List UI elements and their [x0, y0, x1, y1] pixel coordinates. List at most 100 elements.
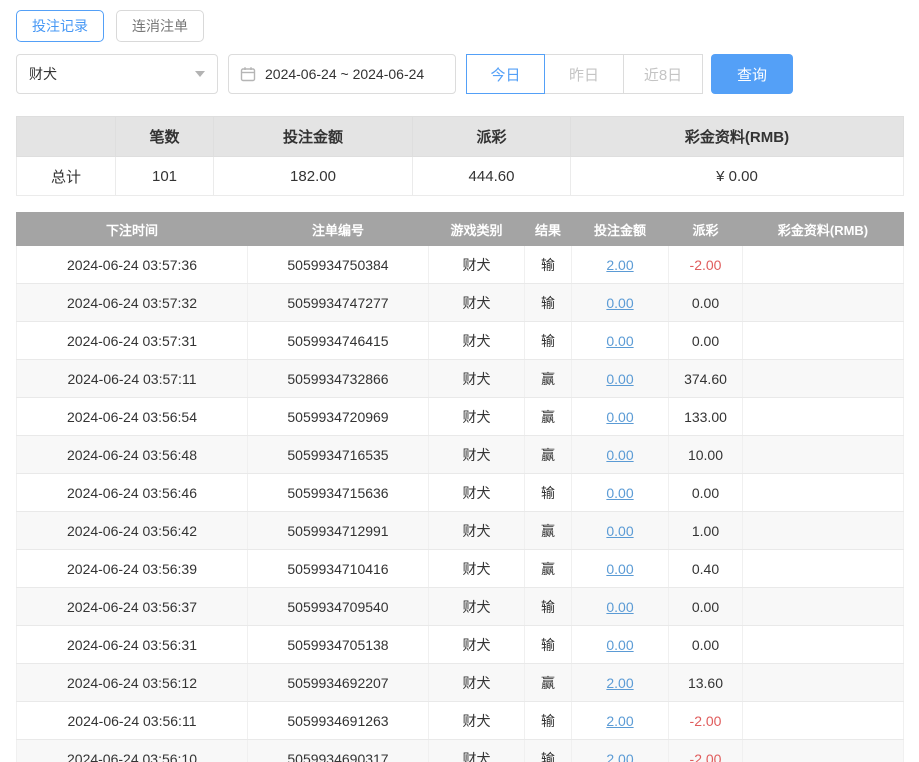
game-type-cell: 财犬 — [429, 550, 525, 588]
bet-amount-cell: 0.00 — [572, 474, 669, 512]
payout-cell: 0.00 — [669, 284, 743, 322]
bet-amount-link[interactable]: 0.00 — [606, 523, 633, 539]
table-row: 2024-06-24 03:56:425059934712991财犬赢0.001… — [17, 512, 904, 550]
yesterday-button[interactable]: 昨日 — [545, 54, 624, 94]
result-cell: 赢 — [525, 360, 572, 398]
bet-amount-link[interactable]: 2.00 — [606, 257, 633, 273]
bet-id-cell: 5059934690317 — [248, 740, 429, 762]
bet-amount-link[interactable]: 0.00 — [606, 599, 633, 615]
header-payout: 派彩 — [669, 213, 743, 246]
bet-amount-link[interactable]: 0.00 — [606, 333, 633, 349]
table-row: 2024-06-24 03:56:485059934716535财犬赢0.001… — [17, 436, 904, 474]
summary-total-bonus: ¥ 0.00 — [571, 157, 904, 196]
bet-amount-link[interactable]: 2.00 — [606, 675, 633, 691]
bonus-cell — [743, 436, 904, 474]
bet-amount-link[interactable]: 0.00 — [606, 637, 633, 653]
bet-amount-link[interactable]: 2.00 — [606, 751, 633, 762]
bet-time-cell: 2024-06-24 03:56:48 — [17, 436, 248, 474]
bet-time-cell: 2024-06-24 03:56:31 — [17, 626, 248, 664]
game-type-cell: 财犬 — [429, 512, 525, 550]
table-row: 2024-06-24 03:56:315059934705138财犬输0.000… — [17, 626, 904, 664]
result-cell: 输 — [525, 322, 572, 360]
bet-id-cell: 5059934732866 — [248, 360, 429, 398]
table-row: 2024-06-24 03:57:365059934750384财犬输2.00-… — [17, 246, 904, 284]
game-type-cell: 财犬 — [429, 588, 525, 626]
bonus-cell — [743, 398, 904, 436]
payout-cell: -2.00 — [669, 740, 743, 762]
summary-header-payout: 派彩 — [413, 117, 571, 157]
bet-amount-cell: 0.00 — [572, 550, 669, 588]
game-type-cell: 财犬 — [429, 246, 525, 284]
header-game-type: 游戏类别 — [429, 213, 525, 246]
bonus-cell — [743, 550, 904, 588]
bet-amount-cell: 2.00 — [572, 246, 669, 284]
bet-amount-link[interactable]: 0.00 — [606, 447, 633, 463]
bet-amount-cell: 2.00 — [572, 740, 669, 762]
bet-table: 下注时间 注单编号 游戏类别 结果 投注金额 派彩 彩金资料(RMB) 2024… — [16, 212, 904, 762]
bet-id-cell: 5059934710416 — [248, 550, 429, 588]
bet-id-cell: 5059934712991 — [248, 512, 429, 550]
payout-cell: -2.00 — [669, 246, 743, 284]
game-type-cell: 财犬 — [429, 474, 525, 512]
bet-time-cell: 2024-06-24 03:56:54 — [17, 398, 248, 436]
payout-cell: 0.00 — [669, 626, 743, 664]
payout-cell: 10.00 — [669, 436, 743, 474]
bet-amount-cell: 0.00 — [572, 512, 669, 550]
bet-amount-link[interactable]: 2.00 — [606, 713, 633, 729]
bet-time-cell: 2024-06-24 03:56:12 — [17, 664, 248, 702]
bet-time-cell: 2024-06-24 03:56:11 — [17, 702, 248, 740]
bet-amount-cell: 0.00 — [572, 322, 669, 360]
result-cell: 输 — [525, 474, 572, 512]
bet-id-cell: 5059934691263 — [248, 702, 429, 740]
bet-time-cell: 2024-06-24 03:56:39 — [17, 550, 248, 588]
bet-amount-cell: 0.00 — [572, 436, 669, 474]
game-type-cell: 财犬 — [429, 702, 525, 740]
tab-cancelled-bets[interactable]: 连消注单 — [116, 10, 204, 42]
bet-amount-cell: 2.00 — [572, 702, 669, 740]
summary-total-bet-amount: 182.00 — [214, 157, 413, 196]
bet-amount-link[interactable]: 0.00 — [606, 371, 633, 387]
game-select-value: 财犬 — [29, 64, 57, 84]
payout-cell: 0.00 — [669, 322, 743, 360]
bet-id-cell: 5059934747277 — [248, 284, 429, 322]
game-type-cell: 财犬 — [429, 664, 525, 702]
filter-row: 财犬 2024-06-24 ~ 2024-06-24 今日 昨日 近8日 查询 — [16, 54, 903, 94]
bonus-cell — [743, 474, 904, 512]
bet-id-cell: 5059934720969 — [248, 398, 429, 436]
chevron-down-icon — [195, 71, 205, 77]
bet-amount-link[interactable]: 0.00 — [606, 295, 633, 311]
result-cell: 赢 — [525, 512, 572, 550]
query-button[interactable]: 查询 — [711, 54, 793, 94]
summary-header-count: 笔数 — [116, 117, 214, 157]
game-select[interactable]: 财犬 — [16, 54, 218, 94]
result-cell: 输 — [525, 246, 572, 284]
bet-time-cell: 2024-06-24 03:56:42 — [17, 512, 248, 550]
date-range-picker[interactable]: 2024-06-24 ~ 2024-06-24 — [228, 54, 456, 94]
game-type-cell: 财犬 — [429, 398, 525, 436]
tab-bet-records[interactable]: 投注记录 — [16, 10, 104, 42]
table-row: 2024-06-24 03:57:115059934732866财犬赢0.003… — [17, 360, 904, 398]
payout-cell: 133.00 — [669, 398, 743, 436]
result-cell: 输 — [525, 284, 572, 322]
bet-table-body: 2024-06-24 03:57:365059934750384财犬输2.00-… — [17, 246, 904, 762]
bet-amount-link[interactable]: 0.00 — [606, 561, 633, 577]
header-result: 结果 — [525, 213, 572, 246]
bet-amount-cell: 0.00 — [572, 284, 669, 322]
table-row: 2024-06-24 03:57:325059934747277财犬输0.000… — [17, 284, 904, 322]
summary-total-label: 总计 — [17, 157, 116, 196]
bet-id-cell: 5059934746415 — [248, 322, 429, 360]
bonus-cell — [743, 664, 904, 702]
today-button[interactable]: 今日 — [466, 54, 545, 94]
table-row: 2024-06-24 03:56:465059934715636财犬输0.000… — [17, 474, 904, 512]
bet-time-cell: 2024-06-24 03:57:36 — [17, 246, 248, 284]
bet-amount-link[interactable]: 0.00 — [606, 485, 633, 501]
bonus-cell — [743, 284, 904, 322]
payout-cell: 374.60 — [669, 360, 743, 398]
last-8-days-button[interactable]: 近8日 — [624, 54, 703, 94]
bet-time-cell: 2024-06-24 03:56:46 — [17, 474, 248, 512]
game-type-cell: 财犬 — [429, 360, 525, 398]
payout-cell: 0.40 — [669, 550, 743, 588]
table-row: 2024-06-24 03:56:375059934709540财犬输0.000… — [17, 588, 904, 626]
bet-amount-link[interactable]: 0.00 — [606, 409, 633, 425]
quick-range-group: 今日 昨日 近8日 — [466, 54, 703, 94]
